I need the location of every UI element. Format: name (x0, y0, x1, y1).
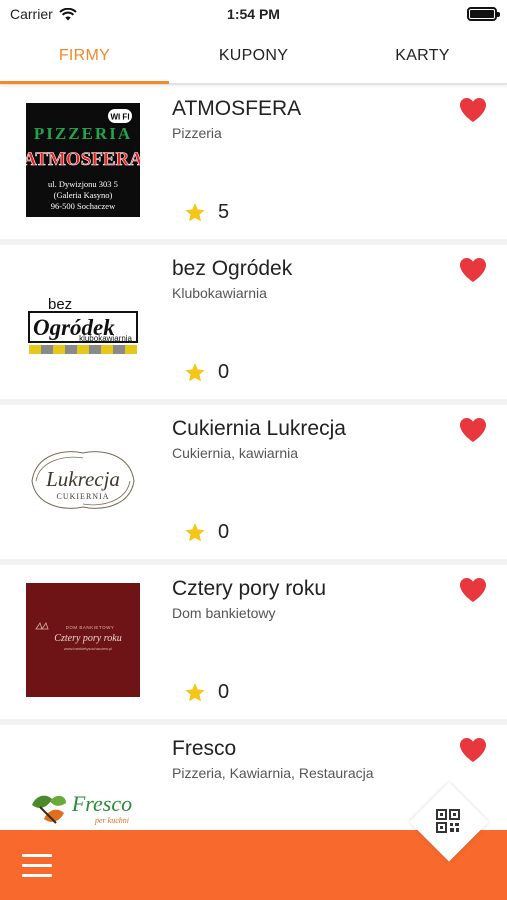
logo-text-cztery: Cztery pory roku (54, 633, 121, 644)
hamburger-menu-icon[interactable] (22, 854, 54, 878)
heart-icon[interactable] (459, 257, 487, 283)
heart-icon[interactable] (459, 577, 487, 603)
company-category: Cukiernia, kawiarnia (172, 445, 299, 461)
logo-text-cukiernia: CUKIERNIA (57, 492, 110, 501)
star-icon (185, 682, 205, 701)
status-left: Carrier (10, 6, 77, 22)
carrier-label: Carrier (10, 6, 53, 22)
logo-text-dom-bankietowy: DOM BANKIETOWY (66, 625, 115, 630)
company-logo: DOM BANKIETOWY Cztery pory roku www.bank… (26, 583, 140, 697)
rating: 0 (184, 681, 229, 704)
heart-icon[interactable] (459, 417, 487, 443)
logo-text-klubokawiarnia: klubokawiarnia (79, 334, 132, 343)
rating-value: 0 (218, 681, 230, 703)
logo-address-3: 96-500 Sochaczew (51, 201, 116, 211)
rating-value: 0 (218, 521, 230, 543)
rating: 0 (184, 361, 229, 384)
rating: 5 (184, 201, 229, 224)
company-category: Pizzeria (172, 125, 222, 141)
list-item[interactable]: Lukrecja CUKIERNIA Cukiernia Lukrecja Cu… (0, 405, 507, 559)
logo-text-lukrecja: Lukrecja (45, 467, 120, 491)
company-category: Klubokawiarnia (172, 285, 267, 301)
tab-karty[interactable]: KARTY (338, 28, 507, 83)
logo-text-www: www.bankietysochaczew.pl (64, 646, 112, 651)
heart-icon[interactable] (459, 737, 487, 763)
logo-text-bez: bez (48, 296, 72, 313)
star-icon (185, 522, 205, 541)
company-list: WI FI PIZZERIA ATMOSFERA ul. Dywizjonu 3… (0, 85, 507, 830)
tab-kupony[interactable]: KUPONY (169, 28, 338, 83)
company-category: Pizzeria, Kawiarnia, Restauracja (172, 765, 374, 781)
list-item[interactable]: bez Ogródek klubokawiarnia bez Ogródek K… (0, 245, 507, 399)
qr-code-icon (436, 809, 460, 833)
company-name: ATMOSFERA (172, 97, 302, 120)
tab-bar: FIRMY KUPONY KARTY (0, 28, 507, 84)
company-name: bez Ogródek (172, 257, 293, 280)
star-icon (185, 202, 205, 221)
company-category: Dom bankietowy (172, 605, 276, 621)
company-name: Cztery pory roku (172, 577, 327, 600)
heart-icon[interactable] (459, 97, 487, 123)
tab-firmy[interactable]: FIRMY (0, 28, 169, 84)
logo-text-pizzeria: PIZZERIA (34, 124, 132, 143)
logo-badge: WI FI (110, 113, 129, 122)
logo-text-per-kuchni: per kuchni (94, 816, 129, 825)
rating-value: 5 (218, 201, 230, 223)
list-item[interactable]: WI FI PIZZERIA ATMOSFERA ul. Dywizjonu 3… (0, 85, 507, 239)
wifi-icon (59, 7, 77, 20)
status-bar: Carrier 1:54 PM (0, 0, 507, 28)
logo-address-1: ul. Dywizjonu 303 5 (48, 179, 118, 189)
rating: 0 (184, 521, 229, 544)
company-logo: WI FI PIZZERIA ATMOSFERA ul. Dywizjonu 3… (26, 103, 140, 217)
company-logo: Lukrecja CUKIERNIA (26, 423, 140, 537)
star-icon (185, 362, 205, 381)
company-logo: bez Ogródek klubokawiarnia (26, 263, 140, 377)
qr-scan-button[interactable] (403, 776, 493, 866)
logo-text-fresco: Fresco (71, 791, 132, 816)
company-name: Fresco (172, 737, 237, 760)
company-logo: Fresco per kuchni (26, 743, 140, 830)
logo-address-2: (Galeria Kasyno) (54, 190, 113, 200)
list-item[interactable]: DOM BANKIETOWY Cztery pory roku www.bank… (0, 565, 507, 719)
logo-text-atmosfera: ATMOSFERA (26, 149, 140, 170)
rating-value: 0 (218, 361, 230, 383)
company-name: Cukiernia Lukrecja (172, 417, 346, 440)
battery-icon (467, 7, 500, 21)
